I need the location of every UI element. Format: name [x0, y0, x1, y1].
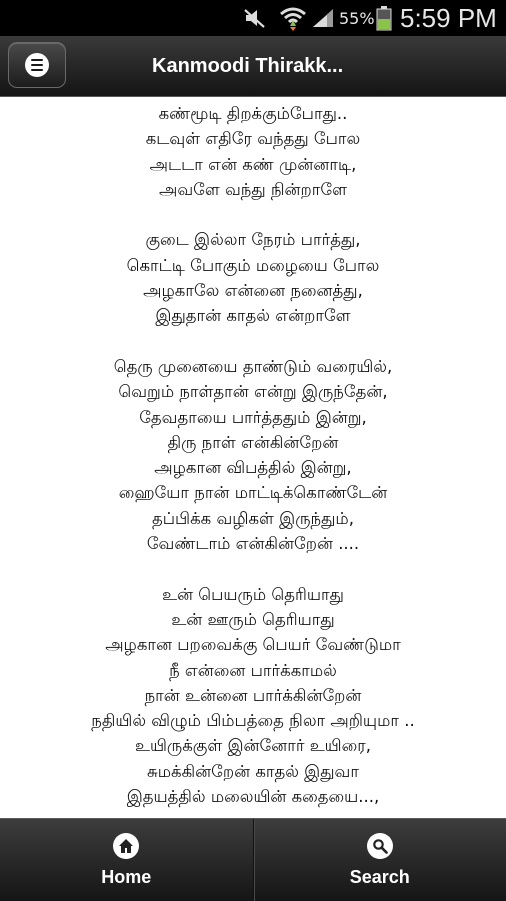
lyric-line: நான் உன்னை பார்க்கின்றேன் [0, 683, 506, 708]
lyric-line: தேவதாயை பார்த்ததும் இன்று, [0, 405, 506, 430]
lyric-line: ஹையோ நான் மாட்டிக்கொண்டேன் [0, 480, 506, 505]
clock: 5:59 PM [400, 0, 497, 36]
lyric-line: திரு நாள் என்கின்றேன் [0, 430, 506, 455]
lyric-line: கொட்டி போகும் மழையை போல [0, 253, 506, 278]
signal-icon [311, 0, 335, 36]
lyric-line: நதியில் விழும் பிம்பத்தை நிலா அறியுமா .. [0, 708, 506, 733]
lyric-line: நீ என்னை பார்க்காமல் [0, 658, 506, 683]
lyric-line: தப்பிக்க வழிகள் இருந்தும், [0, 506, 506, 531]
lyrics-content[interactable]: கண்மூடி திறக்கும்போது..கடவுள் எதிரே வந்த… [0, 97, 506, 818]
lyric-line: தெரு முனையை தாண்டும் வரையில், [0, 354, 506, 379]
battery-percent: 55% [339, 0, 375, 36]
menu-icon [25, 53, 49, 77]
lyric-line: அழகாலே என்னை நனைத்து, [0, 278, 506, 303]
lyric-stanza: தெரு முனையை தாண்டும் வரையில்,வெறும் நாள்… [0, 354, 506, 556]
lyric-stanza: உன் பெயரும் தெரியாதுஉன் ஊரும் தெரியாதுஅழ… [0, 582, 506, 810]
home-button[interactable]: Home [0, 819, 253, 901]
lyrics-text: கண்மூடி திறக்கும்போது..கடவுள் எதிரே வந்த… [0, 97, 506, 809]
lyric-line: சுமக்கின்றேன் காதல் இதுவா [0, 759, 506, 784]
lyric-line: இதுதான் காதல் என்றாளே [0, 303, 506, 328]
lyric-line: உன் பெயரும் தெரியாது [0, 582, 506, 607]
page-title: Kanmoodi Thirakk... [152, 36, 343, 96]
wifi-icon [279, 0, 307, 36]
search-button[interactable]: Search [253, 819, 506, 901]
search-icon [367, 833, 393, 859]
lyric-line: கடவுள் எதிரே வந்தது போல [0, 126, 506, 151]
lyric-line: அழகான பறவைக்கு பெயர் வேண்டுமா [0, 632, 506, 657]
bottom-nav: Home Search [0, 818, 506, 901]
battery-icon [376, 0, 392, 36]
lyric-line: வெறும் நாள்தான் என்று இருந்தேன், [0, 379, 506, 404]
lyric-line: அடடா என் கண் முன்னாடி, [0, 152, 506, 177]
status-bar: 55% 5:59 PM [0, 0, 506, 36]
home-icon [113, 833, 139, 859]
lyric-line: அவளே வந்து நின்றாளே [0, 177, 506, 202]
lyric-line: வேண்டாம் என்கின்றேன் .... [0, 531, 506, 556]
lyric-line: உயிருக்குள் இன்னோர் உயிரை, [0, 733, 506, 758]
search-label: Search [350, 867, 410, 888]
lyric-stanza: கண்மூடி திறக்கும்போது..கடவுள் எதிரே வந்த… [0, 101, 506, 202]
lyric-line: கண்மூடி திறக்கும்போது.. [0, 101, 506, 126]
lyric-line: அழகான விபத்தில் இன்று, [0, 455, 506, 480]
home-label: Home [101, 867, 151, 888]
mute-icon [242, 0, 268, 36]
action-bar: Kanmoodi Thirakk... [0, 36, 506, 97]
menu-button[interactable] [8, 42, 66, 88]
lyric-stanza: குடை இல்லா நேரம் பார்த்து,கொட்டி போகும் … [0, 227, 506, 328]
lyric-line: இதயத்தில் மலையின் கதையை..., [0, 784, 506, 809]
lyric-line: குடை இல்லா நேரம் பார்த்து, [0, 227, 506, 252]
lyric-line: உன் ஊரும் தெரியாது [0, 607, 506, 632]
